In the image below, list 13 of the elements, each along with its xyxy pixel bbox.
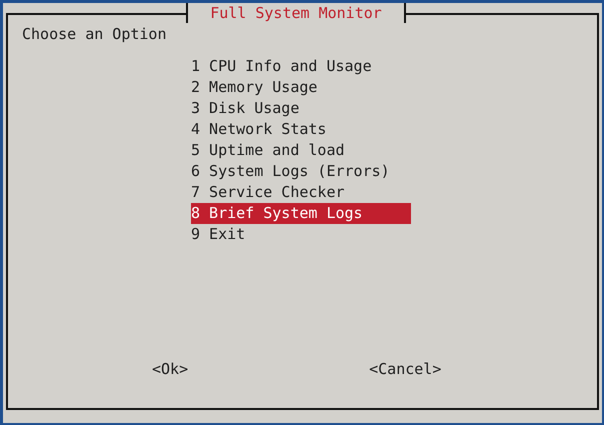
menu-item[interactable]: 2 Memory Usage	[191, 77, 411, 98]
dialog-prompt: Choose an Option	[21, 24, 166, 45]
menu-item[interactable]: 3 Disk Usage	[191, 98, 411, 119]
menu-item[interactable]: 7 Service Checker	[191, 182, 411, 203]
menu-item[interactable]: 6 System Logs (Errors)	[191, 161, 411, 182]
cancel-button[interactable]: <Cancel>	[369, 359, 442, 380]
ok-button[interactable]: <Ok>	[152, 359, 188, 380]
menu-item[interactable]: 4 Network Stats	[191, 119, 411, 140]
menu-item[interactable]: 1 CPU Info and Usage	[191, 56, 411, 77]
menu-item[interactable]: 8 Brief System Logs	[191, 203, 411, 224]
menu-item[interactable]: 9 Exit	[191, 224, 411, 245]
dialog-title: Full System Monitor	[186, 3, 406, 23]
menu-item[interactable]: 5 Uptime and load	[191, 140, 411, 161]
